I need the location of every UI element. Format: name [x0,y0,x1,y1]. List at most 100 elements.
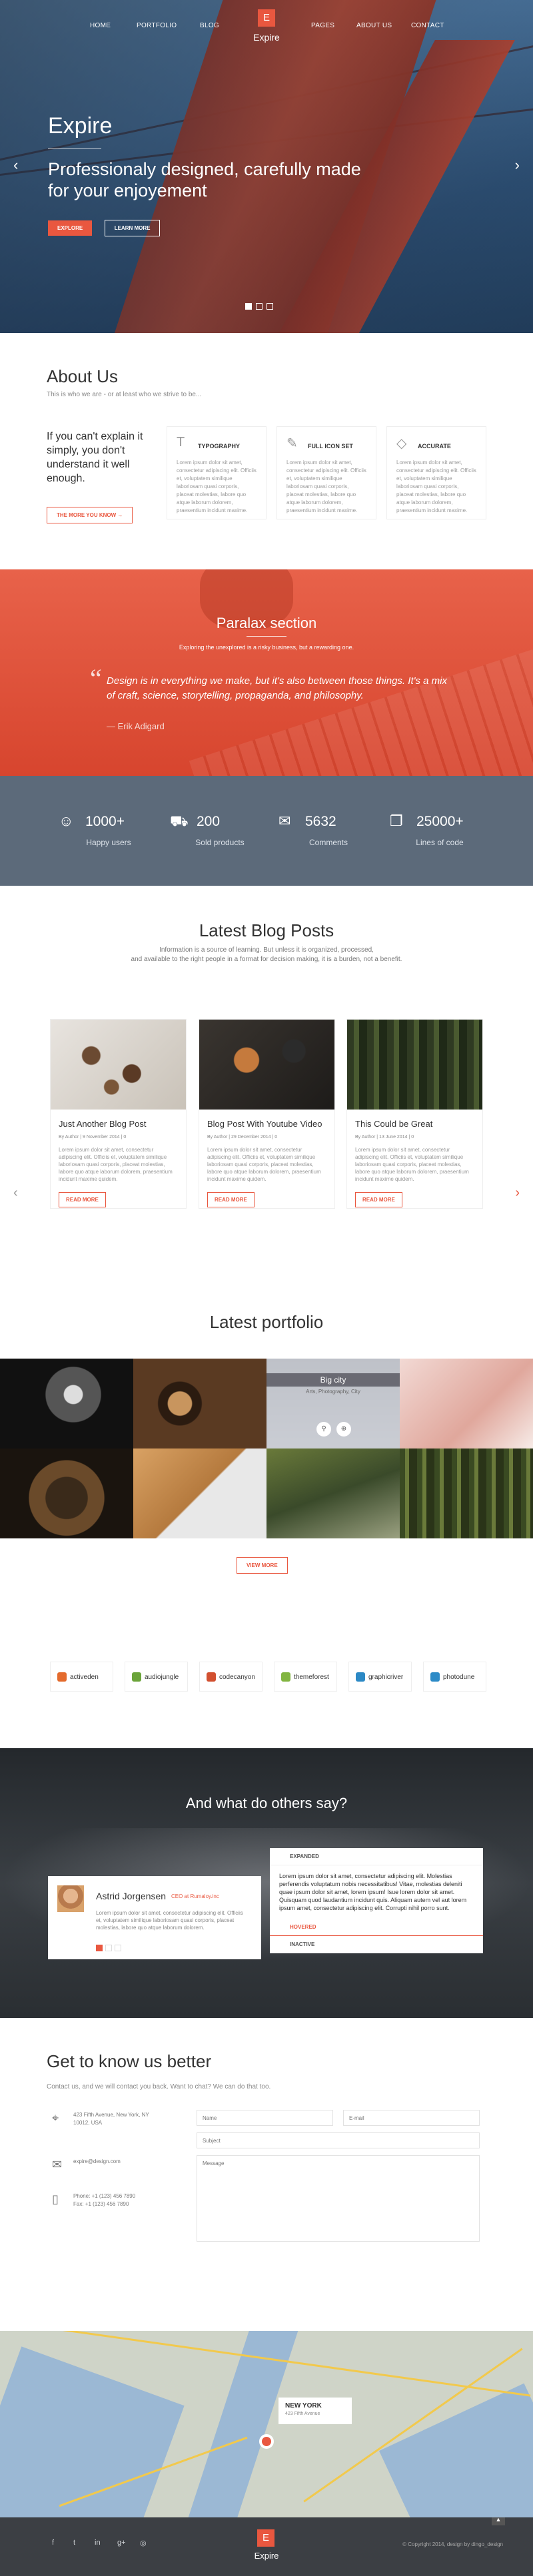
accordion-body: Lorem ipsum dolor sit amet, consectetur … [279,1873,467,1911]
portfolio-item[interactable] [133,1449,266,1538]
explore-button[interactable]: EXPLORE [48,220,93,236]
code-icon: ❐ [390,812,403,829]
read-more-button[interactable]: READ MORE [207,1192,255,1207]
instagram-icon[interactable]: ◎ [140,2539,147,2547]
location-pin-icon: ⌖ [52,2111,59,2124]
map-section[interactable]: NEW YORK 423 Fifth Avenue [0,2331,533,2517]
zoom-icon[interactable]: ⊕ [336,1422,351,1437]
blog-title: Latest Blog Posts [199,920,334,940]
codecanyon-icon [207,1672,216,1682]
googleplus-icon[interactable]: g+ [117,2539,126,2547]
keyboard-image [189,637,533,776]
feature-card: ✎ FULL ICON SET Lorem ipsum dolor sit am… [276,426,376,519]
forest-image[interactable] [347,1020,482,1110]
hero-slider-dots [245,301,277,313]
message-input[interactable] [197,2155,480,2242]
slider-dot[interactable] [256,303,263,310]
testimonial-text: Lorem ipsum dolor sit amet, consectetur … [96,1910,243,1931]
client-logo[interactable]: graphicriver [348,1662,412,1692]
blog-post-card: Blog Post With Youtube Video By Author |… [199,1019,335,1209]
nav-blog[interactable]: BLOG [200,22,219,29]
testimonials-section: And what do others say? Astrid Jorgensen… [0,1748,533,2018]
slider-dot[interactable] [245,303,252,310]
back-to-top-icon[interactable]: ▲ [492,2517,505,2525]
user-icon: ☺ [59,812,74,829]
portfolio-item[interactable] [400,1449,533,1538]
feature-card: ◇ ACCURATE Lorem ipsum dolor sit amet, c… [386,426,486,519]
portfolio-item[interactable] [0,1449,133,1538]
email-input[interactable] [343,2110,480,2126]
name-input[interactable] [197,2110,333,2126]
twitter-icon[interactable]: t [73,2539,75,2547]
avatar [57,1885,84,1912]
desk-items-image[interactable] [199,1020,334,1110]
post-meta: By Author | 29 December 2014 | 0 [207,1135,278,1139]
client-logo[interactable]: themeforest [274,1662,337,1692]
nav-contact[interactable]: CONTACT [411,22,444,29]
nav-pages[interactable]: PAGES [311,22,334,29]
testimonial-dot[interactable] [96,1945,103,1951]
activeden-icon [57,1672,67,1682]
testimonials-title: And what do others say? [185,1795,348,1811]
portfolio-item[interactable] [0,1359,133,1449]
phone-icon: ▯ [52,2192,59,2206]
footer-logo-icon[interactable]: E [257,2529,274,2547]
testimonial-dot[interactable] [105,1945,112,1951]
map-river [184,2331,302,2517]
client-logo[interactable]: audiojungle [125,1662,188,1692]
portfolio-hover-overlay: Big city Arts, Photography, City ⚲ ⊕ [266,1359,400,1449]
slider-dot[interactable] [266,303,273,310]
post-meta: By Author | 9 November 2014 | 0 [59,1135,127,1139]
subject-input[interactable] [197,2132,480,2148]
post-title[interactable]: Just Another Blog Post [59,1119,178,1129]
accordion: EXPANDED Lorem ipsum dolor sit amet, con… [270,1848,483,1953]
client-logo[interactable]: codecanyon [199,1662,263,1692]
learn-more-button[interactable]: LEARN MORE [104,220,161,236]
linkedin-icon[interactable]: in [95,2539,101,2547]
client-logo[interactable]: activeden [50,1662,113,1692]
blog-post-card: This Could be Great By Author | 13 June … [346,1019,483,1209]
parallax-quote: Design is in everything we make, but it'… [107,675,447,701]
accordion-expanded-header[interactable]: EXPANDED [270,1848,483,1865]
hero-next-arrow-icon[interactable]: › [515,157,520,174]
portfolio-item[interactable] [400,1359,533,1449]
portfolio-item[interactable] [133,1359,266,1449]
client-logo[interactable]: photodune [423,1662,486,1692]
photodune-icon [430,1672,440,1682]
testimonial-card: Astrid Jorgensen CEO at Rumaloy.inc Lore… [48,1876,261,1959]
post-meta: By Author | 13 June 2014 | 0 [355,1135,414,1139]
blog-prev-arrow-icon[interactable]: ‹ [13,1185,18,1201]
typography-icon: T [177,435,185,450]
about-lead: If you can't explain it simply, you don'… [47,431,143,484]
blog-description: Information is a source of learning. But… [131,946,402,963]
link-icon[interactable]: ⚲ [316,1422,331,1437]
logo-icon[interactable]: E [258,9,275,27]
quote-author: — Erik Adigard [107,721,165,731]
testimonial-dot[interactable] [115,1945,121,1951]
coffee-beans-image[interactable] [51,1020,186,1110]
post-excerpt: Lorem ipsum dolor sit amet, consectetur … [355,1147,469,1182]
nav-about[interactable]: ABOUT US [356,22,392,29]
portfolio-item[interactable]: Big city Arts, Photography, City ⚲ ⊕ [266,1359,400,1449]
main-nav: HOME PORTFOLIO BLOG E Expire PAGES ABOUT… [0,0,533,53]
nav-portfolio[interactable]: PORTFOLIO [137,22,177,29]
map-pin-icon[interactable] [259,2434,274,2449]
parallax-subtitle: Exploring the unexplored is a risky busi… [179,644,354,651]
testimonial-company[interactable]: CEO at Rumaloy.inc [171,1893,219,1899]
read-more-button[interactable]: READ MORE [355,1192,402,1207]
portfolio-item[interactable] [266,1449,400,1538]
hero-prev-arrow-icon[interactable]: ‹ [13,157,18,174]
more-you-know-button[interactable]: THE MORE YOU KNOW → [47,507,133,523]
post-title[interactable]: Blog Post With Youtube Video [207,1119,326,1129]
logo-text[interactable]: Expire [247,32,286,43]
view-more-button[interactable]: VIEW MORE [237,1557,288,1574]
read-more-button[interactable]: READ MORE [59,1192,106,1207]
facebook-icon[interactable]: f [52,2539,54,2547]
accordion-inactive-header[interactable]: INACTIVE [270,1936,483,1953]
blog-next-arrow-icon[interactable]: › [515,1185,520,1201]
envelope-icon: ✉ [52,2158,63,2171]
nav-home[interactable]: HOME [90,22,111,29]
post-title[interactable]: This Could be Great [355,1119,474,1129]
accordion-hovered-header[interactable]: HOVERED [270,1919,483,1936]
stats-section: ☺ 1000+ Happy users ⛟ 200 Sold products … [0,776,533,886]
